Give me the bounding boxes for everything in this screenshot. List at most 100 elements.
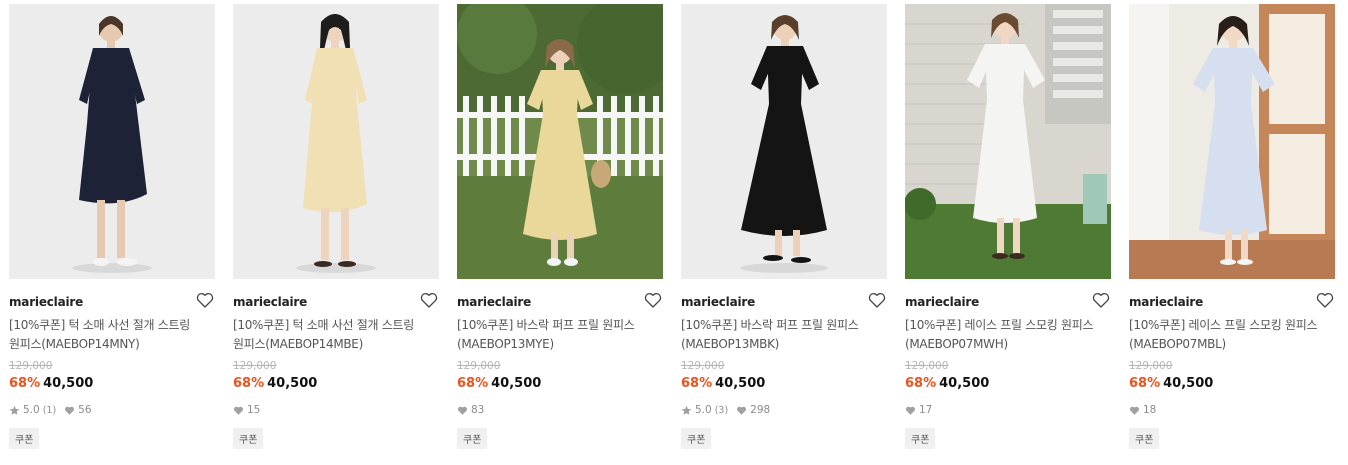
product-title[interactable]: [10%쿠폰] 레이스 프릴 스모킹 원피스 (MAEBOP07MBL) (1129, 316, 1335, 354)
product-title-line[interactable]: [10%쿠폰] 레이스 프릴 스모킹 원피스 (1129, 316, 1335, 335)
original-price: 129,000 (1129, 360, 1173, 372)
like-count: 298 (750, 404, 771, 416)
product-title-line[interactable]: [10%쿠폰] 턱 소매 사선 절개 스트링 (9, 316, 215, 335)
product-image[interactable] (457, 4, 663, 279)
price-row: 68% 40,500 (1129, 376, 1213, 391)
product-title-line[interactable]: [10%쿠폰] 턱 소매 사선 절개 스트링 (233, 316, 439, 335)
brand-name[interactable]: marieclaire (905, 295, 979, 309)
discount-rate: 68% (457, 376, 489, 391)
product-grid: marieclaire [10%쿠폰] 턱 소매 사선 절개 스트링 원피스(M… (9, 4, 1339, 464)
product-stats: 83 (457, 404, 492, 416)
product-title[interactable]: [10%쿠폰] 바스락 퍼프 프릴 원피스 (MAEBOP13MBK) (681, 316, 887, 354)
price-row: 68% 40,500 (233, 376, 317, 391)
brand-name[interactable]: marieclaire (233, 295, 307, 309)
product-title[interactable]: [10%쿠폰] 바스락 퍼프 프릴 원피스 (MAEBOP13MYE) (457, 316, 663, 354)
heart-icon[interactable] (643, 290, 663, 310)
product-title-line[interactable]: 원피스(MAEBOP14MBE) (233, 335, 439, 354)
coupon-badge: 쿠폰 (233, 428, 264, 449)
product-title[interactable]: [10%쿠폰] 턱 소매 사선 절개 스트링 원피스(MAEBOP14MNY) (9, 316, 215, 354)
like-count: 17 (919, 404, 933, 416)
coupon-badge: 쿠폰 (457, 428, 488, 449)
star-icon (681, 405, 692, 415)
likes: 17 (905, 404, 932, 416)
product-title-line[interactable]: 원피스(MAEBOP14MNY) (9, 335, 215, 354)
product-image[interactable] (681, 4, 887, 279)
product-card[interactable]: marieclaire [10%쿠폰] 바스락 퍼프 프릴 원피스 (MAEBO… (457, 4, 663, 459)
heart-filled-icon (233, 406, 244, 415)
rating: 5.0 (3) (681, 404, 728, 416)
product-image[interactable] (1129, 4, 1335, 279)
product-title-line[interactable]: (MAEBOP07MWH) (905, 335, 1111, 354)
heart-icon[interactable] (419, 290, 439, 310)
sale-price: 40,500 (1163, 376, 1214, 391)
heart-icon[interactable] (1091, 290, 1111, 310)
heart-icon[interactable] (1315, 290, 1335, 310)
product-title-line[interactable]: (MAEBOP13MYE) (457, 335, 663, 354)
product-title-line[interactable]: [10%쿠폰] 레이스 프릴 스모킹 원피스 (905, 316, 1111, 335)
brand-name[interactable]: marieclaire (9, 295, 83, 309)
likes: 15 (233, 404, 260, 416)
review-count: (3) (714, 404, 729, 416)
product-title[interactable]: [10%쿠폰] 레이스 프릴 스모킹 원피스 (MAEBOP07MWH) (905, 316, 1111, 354)
heart-icon[interactable] (195, 290, 215, 310)
product-stats: 17 (905, 404, 940, 416)
product-title-line[interactable]: (MAEBOP13MBK) (681, 335, 887, 354)
coupon-badge: 쿠폰 (9, 428, 40, 449)
product-title-line[interactable]: [10%쿠폰] 바스락 퍼프 프릴 원피스 (457, 316, 663, 335)
brand-name[interactable]: marieclaire (681, 295, 755, 309)
original-price: 129,000 (457, 360, 501, 372)
product-card[interactable]: marieclaire [10%쿠폰] 레이스 프릴 스모킹 원피스 (MAEB… (1129, 4, 1335, 459)
product-stats: 15 (233, 404, 268, 416)
discount-rate: 68% (1129, 376, 1161, 391)
heart-filled-icon (905, 406, 916, 415)
coupon-badge: 쿠폰 (681, 428, 712, 449)
likes: 18 (1129, 404, 1156, 416)
like-count: 83 (471, 404, 485, 416)
product-stats: 18 (1129, 404, 1164, 416)
coupon-badge: 쿠폰 (905, 428, 936, 449)
product-card[interactable]: marieclaire [10%쿠폰] 레이스 프릴 스모킹 원피스 (MAEB… (905, 4, 1111, 459)
sale-price: 40,500 (43, 376, 94, 391)
original-price: 129,000 (905, 360, 949, 372)
rating: 5.0 (1) (9, 404, 56, 416)
like-count: 15 (247, 404, 261, 416)
price-row: 68% 40,500 (905, 376, 989, 391)
heart-filled-icon (457, 406, 468, 415)
discount-rate: 68% (905, 376, 937, 391)
product-image[interactable] (9, 4, 215, 279)
price-row: 68% 40,500 (681, 376, 765, 391)
like-count: 18 (1143, 404, 1157, 416)
rating-value: 5.0 (23, 404, 40, 416)
product-stats: 5.0 (1) 56 (9, 404, 100, 416)
product-image[interactable] (233, 4, 439, 279)
heart-filled-icon (1129, 406, 1140, 415)
sale-price: 40,500 (267, 376, 318, 391)
product-title-line[interactable]: (MAEBOP07MBL) (1129, 335, 1335, 354)
brand-name[interactable]: marieclaire (1129, 295, 1203, 309)
like-count: 56 (78, 404, 92, 416)
product-image[interactable] (905, 4, 1111, 279)
price-row: 68% 40,500 (457, 376, 541, 391)
sale-price: 40,500 (491, 376, 542, 391)
coupon-badge: 쿠폰 (1129, 428, 1160, 449)
review-count: (1) (42, 404, 57, 416)
likes: 56 (64, 404, 92, 416)
product-card[interactable]: marieclaire [10%쿠폰] 바스락 퍼프 프릴 원피스 (MAEBO… (681, 4, 887, 459)
sale-price: 40,500 (715, 376, 766, 391)
product-title[interactable]: [10%쿠폰] 턱 소매 사선 절개 스트링 원피스(MAEBOP14MBE) (233, 316, 439, 354)
likes: 298 (736, 404, 770, 416)
star-icon (9, 405, 20, 415)
product-card[interactable]: marieclaire [10%쿠폰] 턱 소매 사선 절개 스트링 원피스(M… (9, 4, 215, 459)
product-stats: 5.0 (3) 298 (681, 404, 778, 416)
brand-name[interactable]: marieclaire (457, 295, 531, 309)
heart-filled-icon (65, 406, 75, 415)
product-card[interactable]: marieclaire [10%쿠폰] 턱 소매 사선 절개 스트링 원피스(M… (233, 4, 439, 459)
sale-price: 40,500 (939, 376, 990, 391)
product-title-line[interactable]: [10%쿠폰] 바스락 퍼프 프릴 원피스 (681, 316, 887, 335)
price-row: 68% 40,500 (9, 376, 93, 391)
original-price: 129,000 (9, 360, 53, 372)
heart-icon[interactable] (867, 290, 887, 310)
original-price: 129,000 (233, 360, 277, 372)
rating-value: 5.0 (695, 404, 712, 416)
original-price: 129,000 (681, 360, 725, 372)
